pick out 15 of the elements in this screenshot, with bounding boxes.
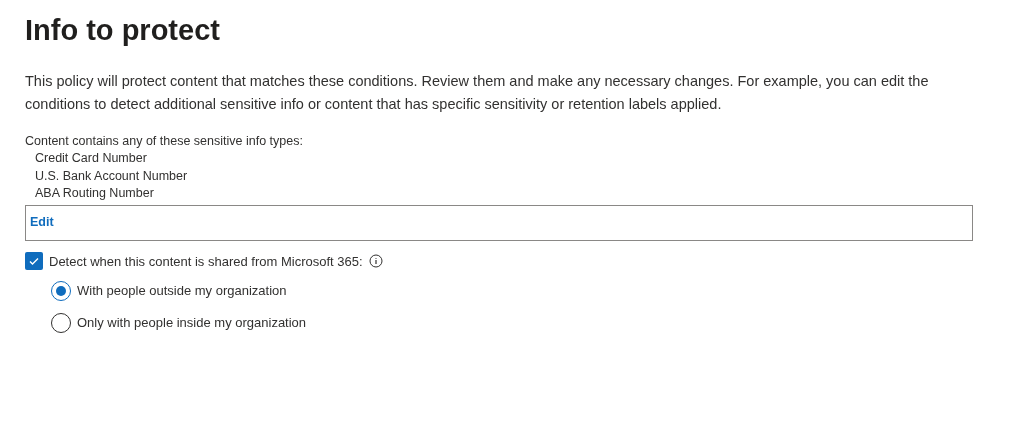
- radio-button[interactable]: [51, 281, 71, 301]
- check-icon: [28, 255, 40, 268]
- description-text: This policy will protect content that matches these conditions. Review them and make any necessary changes. For example, you can edit the conditions to detect additional sensitive info or content that has specific sensitivity or retention labels applied.: [25, 72, 930, 114]
- page-title: Info to protect: [25, 13, 221, 48]
- radio-label: Only with people inside my organization: [77, 314, 307, 333]
- info-type-item: ABA Routing Number: [34, 185, 154, 202]
- detect-label: Detect when this content is shared from Microsoft 365:: [49, 252, 363, 271]
- info-icon: [368, 254, 383, 269]
- edit-link[interactable]: Edit: [30, 213, 54, 232]
- checkbox[interactable]: [25, 252, 43, 271]
- conditions-heading: Content contains any of these sensitive info types:: [25, 133, 303, 150]
- radio-label: With people outside my organization: [77, 282, 287, 301]
- info-type-item: Credit Card Number: [34, 150, 147, 167]
- radio-button[interactable]: [51, 313, 71, 333]
- info-type-item: U.S. Bank Account Number: [34, 167, 188, 185]
